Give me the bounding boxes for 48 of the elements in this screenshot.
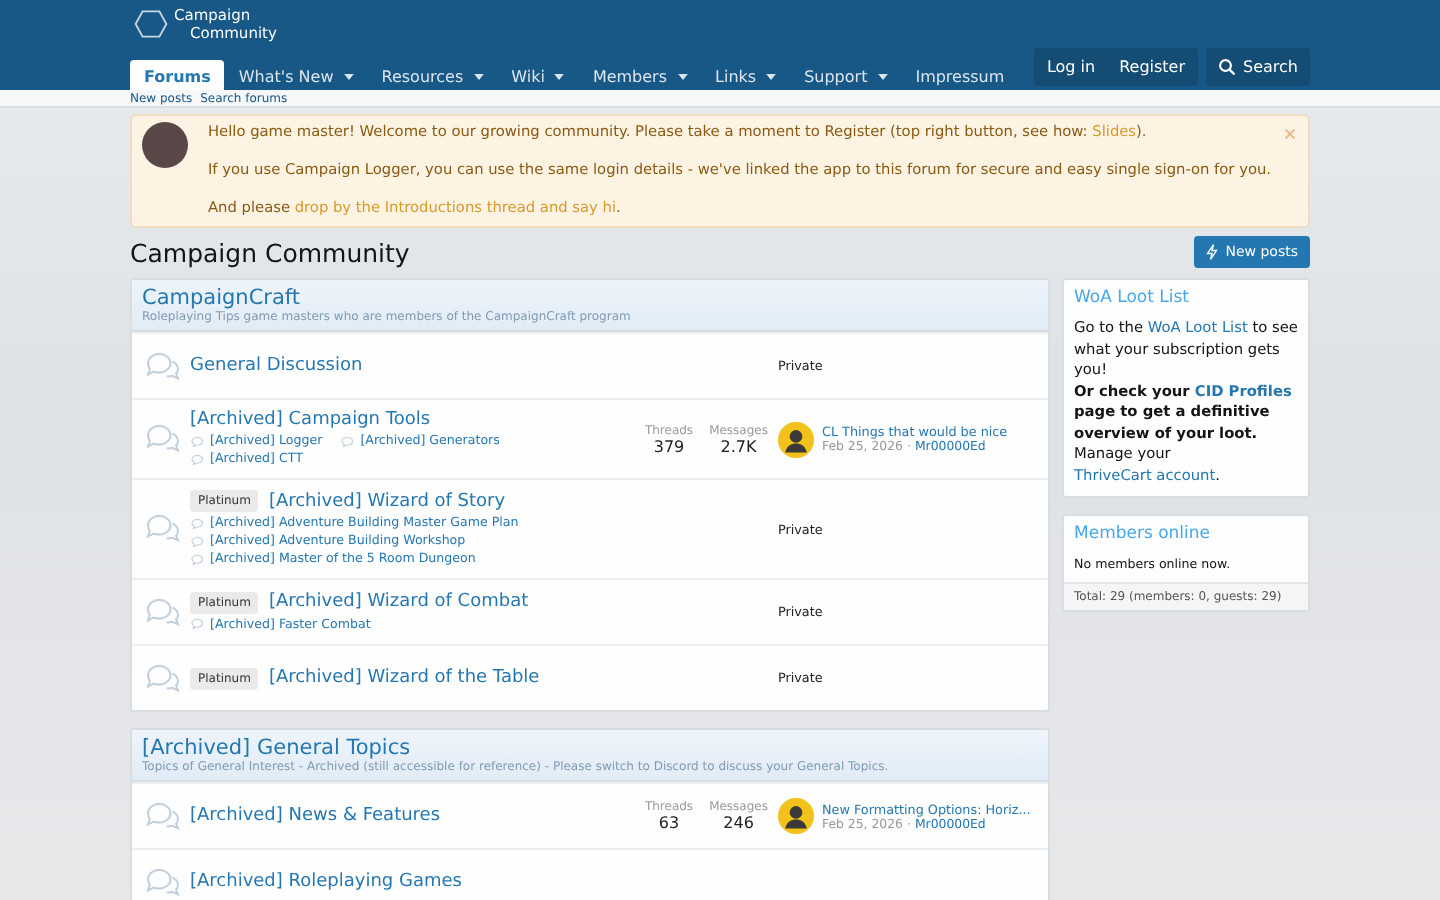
nav-tab[interactable]: Impressum [901,62,1019,90]
caret-icon [554,74,565,80]
chat-bubble-icon [190,618,206,630]
forum-title[interactable]: [Archived] Wizard of Story [268,491,506,511]
forum-title[interactable]: [Archived] Campaign Tools [190,410,431,430]
caret-icon [766,74,777,80]
messages-count: 246 [723,814,754,832]
search-button[interactable]: Search [1205,47,1310,85]
lightning-icon [1205,244,1218,260]
search-icon [1217,57,1236,75]
chat-bubbles-icon [144,351,182,381]
nav-tab[interactable]: Support [790,62,902,90]
nav-tab[interactable]: Wiki [497,62,579,90]
chat-bubbles-icon [144,597,182,627]
messages-count: 2.7K [720,437,757,455]
register-link[interactable]: Register [1107,47,1198,85]
widget-title[interactable]: WoA Loot List [1064,280,1308,314]
avatar-icon [142,122,188,168]
nav-tab[interactable]: Members [578,62,702,90]
chat-bubbles-icon [144,514,182,544]
chat-bubbles-icon [144,663,182,693]
caret-icon [677,74,688,80]
caret-icon [343,74,354,80]
nav-tab[interactable]: What's New [224,62,368,90]
chat-bubble-icon [340,435,357,447]
hexagon-logo-icon[interactable] [134,10,168,38]
nav-tab[interactable]: Resources [367,62,498,90]
chat-bubbles-icon [144,867,182,897]
chat-bubbles-icon [144,801,182,831]
widget-title[interactable]: Members online [1064,516,1308,550]
user-avatar-icon[interactable] [778,421,814,457]
forum-title[interactable]: [Archived] Roleplaying Games [190,872,462,892]
page-title: Campaign Community [130,237,410,267]
chat-bubbles-icon [144,424,182,454]
category-title[interactable]: [Archived] General Topics [142,736,1038,760]
forum-title[interactable]: General Discussion [190,356,363,376]
forum-title[interactable]: [Archived] News & Features [190,806,441,826]
login-link[interactable]: Log in [1034,47,1108,85]
threads-count: 379 [653,437,685,455]
nav-tab[interactable]: Forums [130,60,225,90]
nav-tab[interactable]: Links [701,62,791,90]
caret-icon [473,74,484,80]
threads-count: 63 [658,814,680,832]
user-avatar-icon[interactable] [778,798,814,834]
forum-title[interactable]: [Archived] Wizard of the Table [268,668,540,688]
category-title[interactable]: CampaignCraft [142,286,1038,310]
caret-icon [877,74,888,80]
forum-title[interactable]: [Archived] Wizard of Combat [268,592,529,612]
